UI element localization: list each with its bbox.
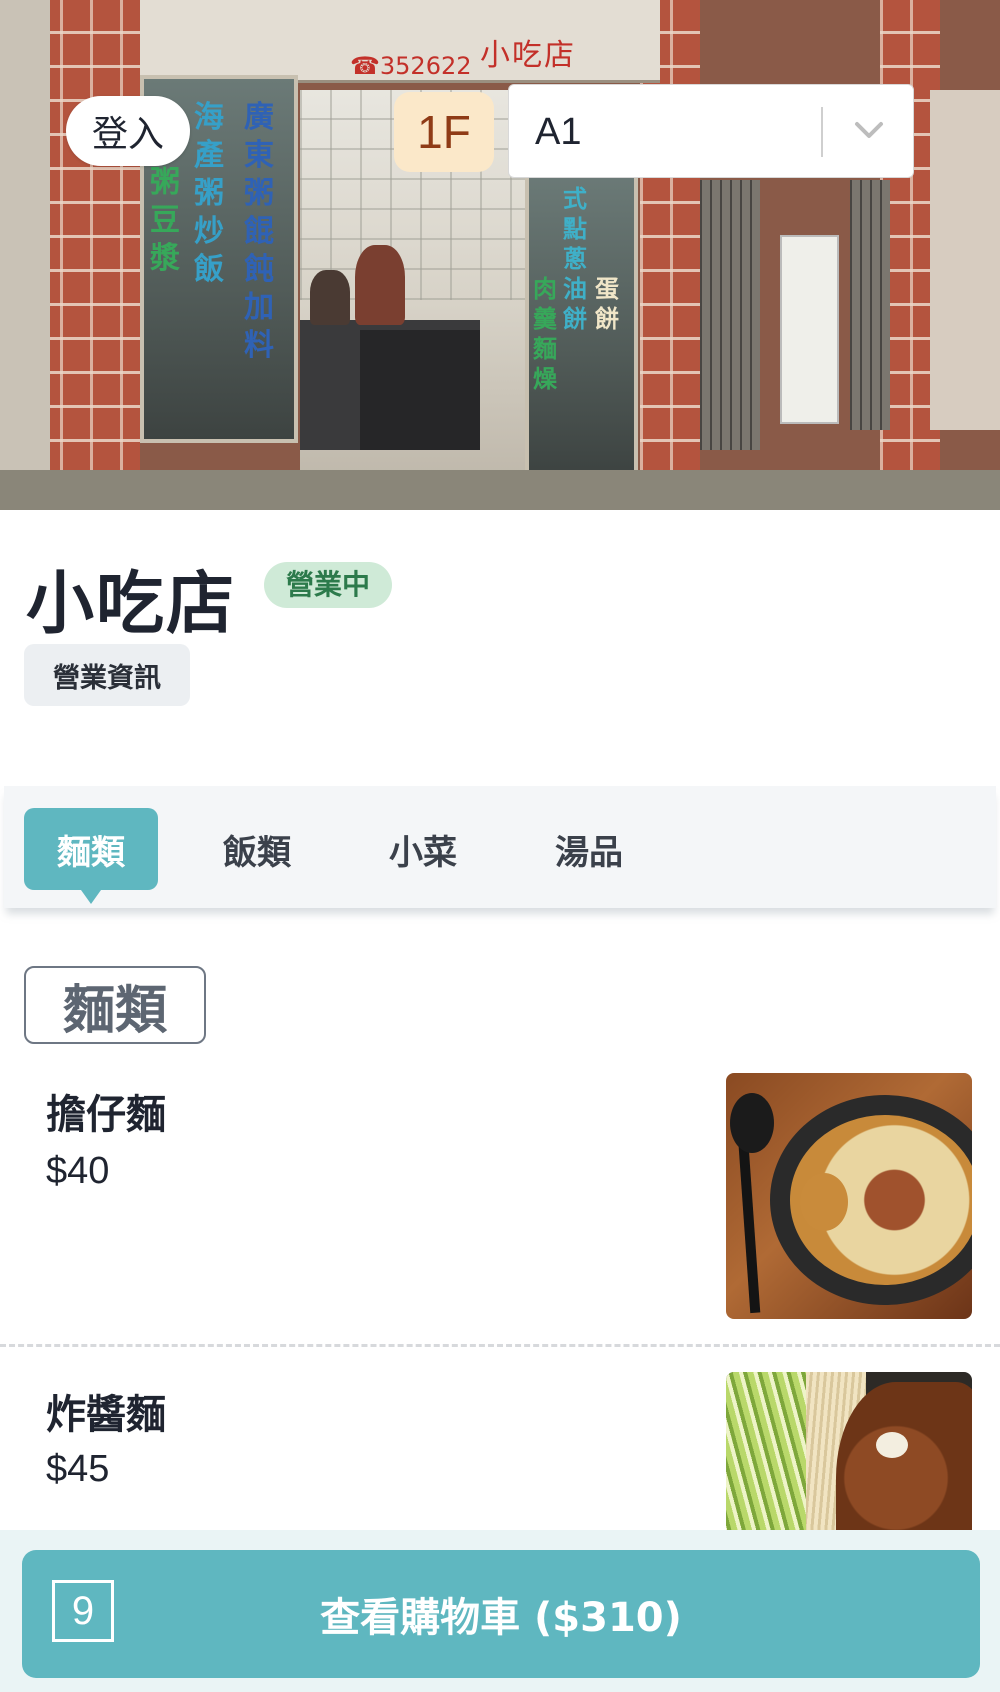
menu-item-image[interactable] <box>726 1073 972 1319</box>
glass-right-col3: 蛋餅 <box>595 275 619 333</box>
section-title: 麵類 <box>24 966 206 1044</box>
chevron-down-icon[interactable] <box>851 115 887 145</box>
signboard-text: 小吃店 <box>480 38 576 73</box>
business-info-button[interactable]: 營業資訊 <box>24 644 190 706</box>
item-divider <box>0 1344 1000 1347</box>
glass-text-col1: 海產粥炒飯 <box>194 100 224 287</box>
refrigerator <box>780 235 839 424</box>
tab-noodles[interactable]: 麵類 <box>24 808 158 904</box>
category-tab-bar: 麵類 飯類 小菜 湯品 <box>4 786 996 908</box>
chopstick-image-part <box>737 1132 761 1314</box>
shop-cover-photo: 小吃店 ☎352622 粥豆漿 海產粥炒飯 廣東粥餛飩加料 肉羹麵燥 式點蔥油餅… <box>0 0 1000 510</box>
select-separator <box>821 107 823 157</box>
garlic-image-part <box>876 1432 908 1458</box>
cart-bar: 查看購物車 ($310) 9 <box>0 1530 1000 1692</box>
cart-count-badge: 9 <box>52 1580 114 1642</box>
status-badge: 營業中 <box>264 562 393 608</box>
menu-item-name: 炸醬麵 <box>46 1392 166 1438</box>
table-select-value: A1 <box>535 111 582 153</box>
glass-text-col0: 粥豆漿 <box>150 165 180 276</box>
spoon-image-part <box>730 1093 774 1153</box>
glass-text-col2: 廣東粥餛飩加料 <box>244 100 274 363</box>
person-figure <box>355 245 405 325</box>
menu-item-name: 擔仔麵 <box>46 1092 166 1138</box>
glass-door-right: 肉羹麵燥 式點蔥油餅 蛋餅 <box>525 170 638 478</box>
tab-rice[interactable]: 飯類 <box>190 808 324 890</box>
tab-soups[interactable]: 湯品 <box>522 808 656 890</box>
menu-item-price: $40 <box>46 1150 110 1192</box>
pillar-left <box>0 0 50 510</box>
metal-grille-2 <box>850 180 890 430</box>
tab-side-dishes[interactable]: 小菜 <box>356 808 490 890</box>
table-select[interactable]: A1 <box>508 84 914 178</box>
floor-badge: 1F <box>394 92 494 172</box>
cart-button-label: 查看購物車 ($310) <box>320 1595 682 1641</box>
sidewalk <box>0 470 1000 510</box>
view-cart-button[interactable]: 查看購物車 ($310) 9 <box>22 1550 980 1678</box>
glass-right-col1: 肉羹麵燥 <box>533 275 557 393</box>
egg-image-part <box>800 1173 848 1231</box>
person-figure-2 <box>310 270 350 325</box>
neighbor-shop <box>930 90 1000 430</box>
signboard-phone: ☎352622 <box>350 52 472 80</box>
shop-title: 小吃店 <box>26 565 237 644</box>
counter-front <box>360 330 480 450</box>
menu-item-price: $45 <box>46 1448 110 1490</box>
glass-right-col2: 式點蔥油餅 <box>563 185 587 333</box>
login-button[interactable]: 登入 <box>66 96 190 166</box>
metal-grille <box>700 180 760 450</box>
